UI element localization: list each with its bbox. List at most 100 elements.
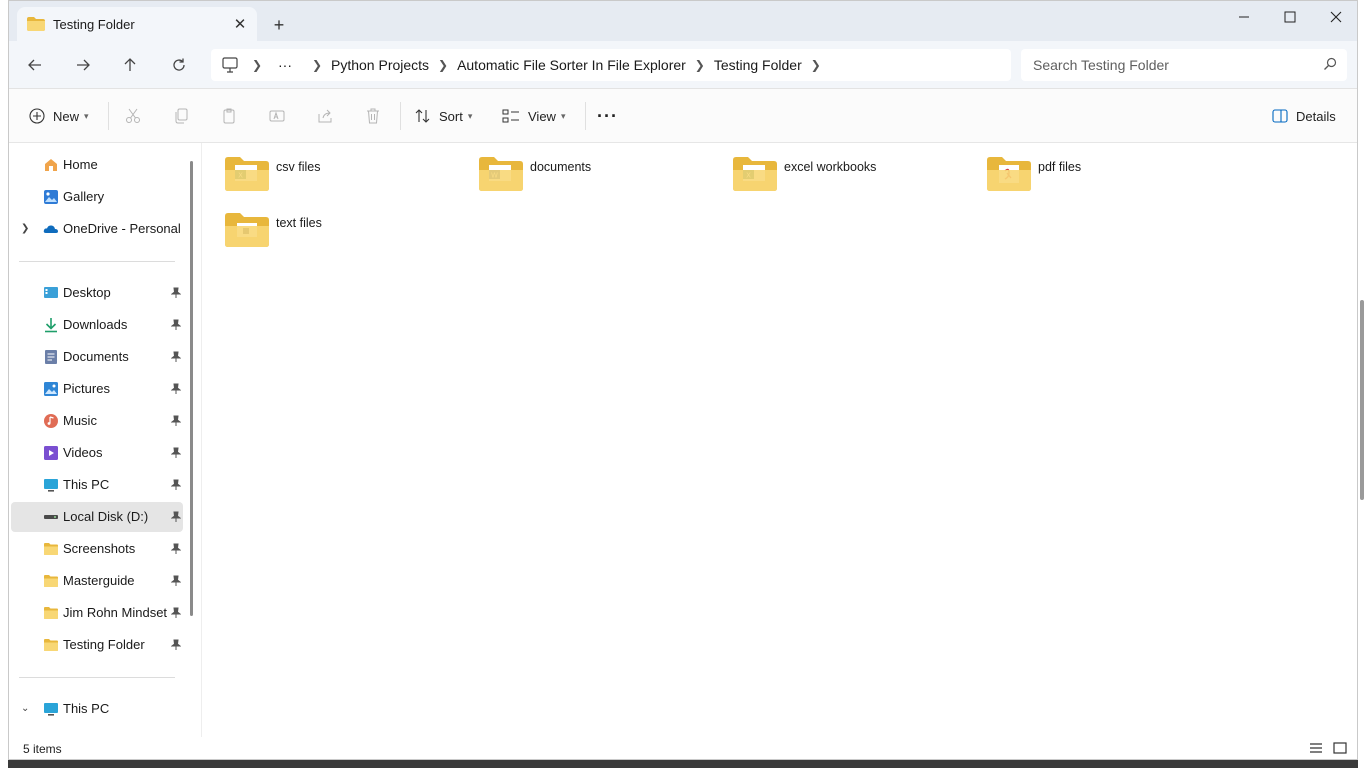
new-button[interactable]: New ▾ [29, 104, 89, 128]
pin-icon[interactable] [171, 639, 181, 651]
folder-icon: X [733, 157, 777, 191]
folder-item[interactable]: X csv files [209, 143, 449, 193]
delete-button[interactable] [365, 104, 381, 128]
pin-icon[interactable] [171, 383, 181, 395]
arrow-up-icon [124, 58, 136, 71]
gallery-icon [44, 190, 58, 204]
sidebar-item-label: Testing Folder [63, 637, 145, 652]
sidebar-item-label: Home [63, 157, 98, 172]
home-icon [45, 159, 57, 171]
share-button[interactable] [317, 104, 333, 128]
sidebar-item-home[interactable]: Home [11, 150, 183, 180]
sidebar-item-pictures[interactable]: Pictures [11, 374, 183, 404]
chevron-right-icon[interactable]: ❯ [802, 58, 830, 72]
pin-icon[interactable] [171, 607, 181, 619]
minimize-button[interactable] [1221, 1, 1267, 33]
folder-item[interactable]: pdf files [971, 143, 1211, 193]
item-count: 5 items [23, 742, 62, 756]
close-window-button[interactable] [1313, 1, 1357, 33]
large-icons-view-icon[interactable] [1333, 742, 1347, 754]
sort-label: Sort [439, 108, 463, 124]
sidebar-item-videos[interactable]: Videos [11, 438, 183, 468]
more-options-button[interactable]: ··· [597, 104, 618, 128]
pin-icon[interactable] [171, 543, 181, 555]
sidebar-item-local-disk-d[interactable]: Local Disk (D:) [11, 502, 183, 532]
folder-item[interactable]: W documents [463, 143, 703, 193]
sidebar-item-masterguide[interactable]: Masterguide [11, 566, 183, 596]
search-input[interactable]: Search Testing Folder [1021, 49, 1347, 81]
chevron-right-icon[interactable]: ❯ [21, 223, 29, 234]
folder-icon [44, 575, 58, 587]
pin-icon[interactable] [171, 415, 181, 427]
sidebar-item-screenshots[interactable]: Screenshots [11, 534, 183, 564]
details-view-icon[interactable] [1309, 742, 1323, 754]
toolbar-divider [585, 102, 586, 130]
breadcrumb-more[interactable]: ··· [271, 57, 299, 73]
refresh-button[interactable] [165, 51, 193, 79]
sidebar-item-label: Jim Rohn Mindset L [63, 605, 171, 620]
music-icon [44, 414, 58, 428]
pin-icon[interactable] [171, 479, 181, 491]
copy-button[interactable] [173, 104, 189, 128]
sidebar-item-downloads[interactable]: Downloads [11, 310, 183, 340]
chevron-right-icon[interactable]: ❯ [429, 58, 457, 72]
details-button[interactable]: Details [1272, 104, 1336, 128]
navigation-pane: Home Gallery ❯ OneDrive - Personal Deskt… [9, 143, 201, 737]
up-button[interactable] [116, 51, 144, 79]
sidebar-item-testing-folder[interactable]: Testing Folder [11, 630, 183, 660]
new-tab-button[interactable]: + [267, 13, 291, 37]
new-label: New [53, 108, 80, 124]
layout-toggles [1309, 742, 1347, 754]
view-button[interactable]: View ▾ [502, 104, 565, 128]
sidebar-item-gallery[interactable]: Gallery [11, 182, 183, 212]
file-explorer-window: Testing Folder ✕ + ❯ ··· ❯ Python Projec… [8, 0, 1358, 760]
folder-item[interactable]: X excel workbooks [717, 143, 957, 193]
chevron-down-icon: ▾ [467, 110, 473, 121]
pane-divider[interactable] [201, 143, 202, 737]
this-pc-icon[interactable] [221, 57, 239, 73]
sidebar-item-desktop[interactable]: Desktop [11, 278, 183, 308]
background-edge-left [0, 0, 8, 768]
plus-circle-icon [29, 108, 45, 124]
close-tab-icon[interactable]: ✕ [231, 15, 249, 33]
minimize-icon [1239, 16, 1249, 18]
sidebar-item-this-pc[interactable]: This PC [11, 470, 183, 500]
sidebar-item-music[interactable]: Music [11, 406, 183, 436]
cut-button[interactable] [125, 104, 141, 128]
sort-button[interactable]: Sort ▾ [415, 104, 472, 128]
sidebar-scrollbar[interactable] [190, 161, 193, 616]
back-button[interactable] [21, 51, 49, 79]
breadcrumb[interactable]: ❯ ··· ❯ Python Projects ❯ Automatic File… [211, 49, 1011, 81]
chevron-right-icon[interactable]: ❯ [303, 58, 331, 72]
forward-button[interactable] [69, 51, 97, 79]
breadcrumb-testing-folder[interactable]: Testing Folder [714, 57, 802, 73]
chevron-down-icon[interactable]: ⌄ [21, 703, 29, 714]
sidebar-item-this-pc-tree[interactable]: ⌄ This PC [11, 694, 183, 724]
sidebar-item-onedrive[interactable]: ❯ OneDrive - Personal [11, 214, 183, 244]
search-icon [1324, 57, 1337, 70]
pin-icon[interactable] [171, 575, 181, 587]
breadcrumb-python-projects[interactable]: Python Projects [331, 57, 429, 73]
sidebar-item-label: Pictures [63, 381, 110, 396]
sidebar-divider [19, 261, 175, 262]
close-icon [1330, 11, 1342, 23]
chevron-right-icon[interactable]: ❯ [243, 58, 271, 72]
pin-icon[interactable] [171, 351, 181, 363]
pin-icon[interactable] [171, 287, 181, 299]
folder-name: documents [530, 160, 592, 174]
sidebar-item-documents[interactable]: Documents [11, 342, 183, 372]
pin-icon[interactable] [171, 319, 181, 331]
pin-icon[interactable] [171, 447, 181, 459]
breadcrumb-automatic-file-sorter[interactable]: Automatic File Sorter In File Explorer [457, 57, 686, 73]
sidebar-item-jim-rohn-mindset[interactable]: Jim Rohn Mindset L [11, 598, 183, 628]
sidebar-item-label: OneDrive - Personal [63, 221, 181, 236]
rename-button[interactable] [269, 104, 285, 128]
tab-testing-folder[interactable]: Testing Folder ✕ [17, 7, 257, 41]
pin-icon[interactable] [171, 511, 181, 523]
background-scrollbar[interactable] [1360, 300, 1364, 500]
chevron-right-icon[interactable]: ❯ [686, 58, 714, 72]
folder-item[interactable]: text files [209, 199, 449, 249]
sidebar-item-label: Screenshots [63, 541, 136, 556]
maximize-button[interactable] [1267, 1, 1313, 33]
paste-button[interactable] [221, 104, 237, 128]
